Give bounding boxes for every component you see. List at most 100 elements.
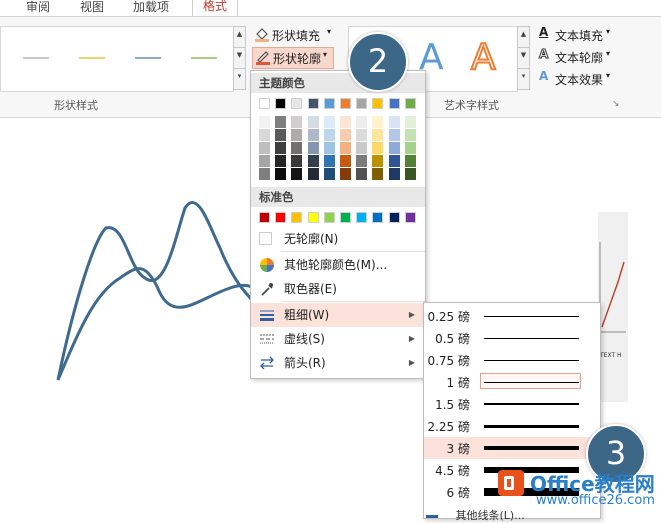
- gallery-scroll-down[interactable]: ▼: [233, 47, 246, 69]
- theme-shade-swatch[interactable]: [372, 129, 384, 141]
- style-preset-2[interactable]: [79, 57, 105, 59]
- more-colors-item[interactable]: 其他轮廓颜色(M)...: [251, 253, 425, 277]
- theme-shade-swatch[interactable]: [291, 116, 303, 128]
- theme-shade-swatch[interactable]: [291, 129, 303, 141]
- text-outline-button[interactable]: A 文本轮廓 ▾: [537, 47, 617, 66]
- theme-color-swatch-2[interactable]: [275, 98, 287, 109]
- theme-shade-swatch[interactable]: [259, 155, 270, 167]
- line-weight-option[interactable]: 0.75 磅: [424, 349, 600, 371]
- theme-shade-swatch[interactable]: [372, 155, 384, 167]
- standard-color-swatch-5[interactable]: [323, 212, 335, 223]
- standard-color-swatch-1[interactable]: [259, 212, 270, 223]
- gallery-more[interactable]: ▾: [233, 68, 246, 90]
- theme-shade-swatch[interactable]: [307, 116, 319, 128]
- theme-shade-swatch[interactable]: [372, 142, 384, 154]
- theme-color-swatch-6[interactable]: [340, 98, 351, 109]
- theme-color-swatch-1[interactable]: [259, 98, 270, 109]
- gallery-scroll-up[interactable]: ▲: [233, 26, 246, 48]
- theme-shade-swatch[interactable]: [388, 155, 400, 167]
- tab-review[interactable]: 审阅: [26, 0, 50, 16]
- theme-shade-swatch[interactable]: [307, 129, 319, 141]
- theme-shade-swatch[interactable]: [388, 116, 400, 128]
- standard-color-swatch-9[interactable]: [388, 212, 400, 223]
- theme-shade-swatch[interactable]: [340, 168, 351, 180]
- theme-shade-swatch[interactable]: [259, 129, 270, 141]
- line-weight-option[interactable]: 3 磅: [424, 437, 600, 459]
- wordart-scroll-up[interactable]: ▲: [517, 26, 530, 48]
- theme-shade-swatch[interactable]: [388, 142, 400, 154]
- tab-format[interactable]: 格式: [192, 0, 239, 17]
- theme-color-swatch-8[interactable]: [372, 98, 384, 109]
- theme-shade-swatch[interactable]: [323, 155, 335, 167]
- wordart-preset-orange[interactable]: A: [470, 36, 497, 79]
- theme-shade-swatch[interactable]: [259, 168, 270, 180]
- theme-shade-swatch[interactable]: [307, 142, 319, 154]
- line-weight-option[interactable]: 0.5 磅: [424, 327, 600, 349]
- theme-shade-swatch[interactable]: [372, 116, 384, 128]
- theme-shade-swatch[interactable]: [356, 155, 368, 167]
- dialog-launcher-icon[interactable]: ↘: [612, 99, 620, 109]
- theme-shade-swatch[interactable]: [323, 168, 335, 180]
- theme-shade-swatch[interactable]: [275, 142, 287, 154]
- tab-view[interactable]: 视图: [80, 0, 104, 16]
- theme-shade-swatch[interactable]: [340, 142, 351, 154]
- theme-shade-swatch[interactable]: [307, 155, 319, 167]
- wordart-more[interactable]: ▾: [517, 68, 530, 90]
- theme-shade-swatch[interactable]: [275, 168, 287, 180]
- theme-shade-swatch[interactable]: [275, 116, 287, 128]
- theme-color-swatch-4[interactable]: [307, 98, 319, 109]
- text-fill-button[interactable]: A 文本填充 ▾: [537, 25, 617, 44]
- theme-shade-swatch[interactable]: [307, 168, 319, 180]
- theme-color-swatch-3[interactable]: [291, 98, 303, 109]
- tab-addins[interactable]: 加载项: [133, 0, 169, 16]
- style-preset-4[interactable]: [191, 57, 217, 59]
- theme-shade-swatch[interactable]: [323, 129, 335, 141]
- eyedropper-item[interactable]: 取色器(E): [251, 277, 425, 301]
- theme-shade-swatch[interactable]: [356, 168, 368, 180]
- theme-shade-swatch[interactable]: [340, 129, 351, 141]
- standard-color-swatch-4[interactable]: [307, 212, 319, 223]
- standard-color-swatch-3[interactable]: [291, 212, 303, 223]
- shape-fill-button[interactable]: 形状填充 ▾: [252, 25, 338, 45]
- theme-color-swatch-9[interactable]: [388, 98, 400, 109]
- theme-color-swatch-7[interactable]: [356, 98, 368, 109]
- theme-shade-swatch[interactable]: [372, 168, 384, 180]
- theme-shade-swatch[interactable]: [404, 168, 416, 180]
- theme-shade-swatch[interactable]: [388, 168, 400, 180]
- theme-shade-swatch[interactable]: [404, 116, 416, 128]
- theme-shade-swatch[interactable]: [291, 168, 303, 180]
- dashes-item[interactable]: 虚线(S) ▶: [251, 327, 425, 351]
- theme-shade-swatch[interactable]: [323, 116, 335, 128]
- standard-color-swatch-7[interactable]: [356, 212, 368, 223]
- theme-shade-swatch[interactable]: [356, 129, 368, 141]
- no-outline-item[interactable]: 无轮廓(N): [251, 227, 425, 251]
- theme-color-swatch-10[interactable]: [404, 98, 416, 109]
- shape-outline-button[interactable]: 形状轮廓 ▾: [252, 47, 334, 69]
- more-lines-item[interactable]: 其他线条(L)...: [426, 507, 525, 523]
- wordart-scroll-down[interactable]: ▼: [517, 47, 530, 69]
- theme-shade-swatch[interactable]: [404, 142, 416, 154]
- theme-shade-swatch[interactable]: [291, 155, 303, 167]
- standard-color-swatch-10[interactable]: [404, 212, 416, 223]
- theme-shade-swatch[interactable]: [340, 116, 351, 128]
- theme-shade-swatch[interactable]: [388, 129, 400, 141]
- standard-color-swatch-6[interactable]: [340, 212, 351, 223]
- theme-shade-swatch[interactable]: [356, 116, 368, 128]
- shape-style-gallery[interactable]: [0, 26, 234, 92]
- theme-shade-swatch[interactable]: [259, 142, 270, 154]
- theme-color-swatch-5[interactable]: [323, 98, 335, 109]
- arrows-item[interactable]: 箭头(R) ▶: [251, 351, 425, 375]
- line-weight-option[interactable]: 1 磅: [424, 371, 600, 393]
- weight-item[interactable]: 粗细(W) ▶: [251, 303, 425, 327]
- text-effect-button[interactable]: A 文本效果 ▾: [537, 69, 617, 88]
- style-preset-3[interactable]: [135, 57, 161, 59]
- theme-shade-swatch[interactable]: [275, 129, 287, 141]
- theme-shade-swatch[interactable]: [356, 142, 368, 154]
- theme-shade-swatch[interactable]: [259, 116, 270, 128]
- style-preset-1[interactable]: [23, 57, 49, 59]
- theme-shade-swatch[interactable]: [291, 142, 303, 154]
- theme-shade-swatch[interactable]: [275, 155, 287, 167]
- theme-shade-swatch[interactable]: [404, 129, 416, 141]
- theme-shade-swatch[interactable]: [404, 155, 416, 167]
- line-weight-option[interactable]: 0.25 磅: [424, 305, 600, 327]
